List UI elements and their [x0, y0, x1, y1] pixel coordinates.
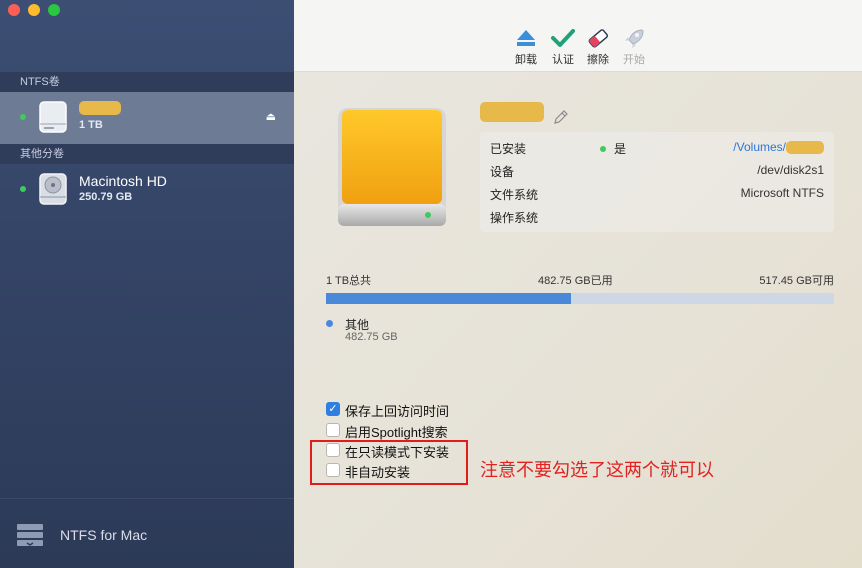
- macintosh-hd-size: 250.79 GB: [79, 191, 133, 203]
- legend-dot: [326, 320, 333, 327]
- sidebar-item-macintosh-hd[interactable]: Macintosh HD 250.79 GB: [0, 164, 294, 216]
- window-controls: [8, 4, 60, 16]
- usage-bar-fill: [326, 293, 572, 304]
- internal-disk-icon: [39, 173, 67, 205]
- app-name: NTFS for Mac: [60, 527, 148, 543]
- option-label: 保存上回访问时间: [345, 404, 450, 419]
- external-disk-icon: [338, 108, 446, 226]
- info-value: Microsoft NTFS: [740, 186, 824, 200]
- unmount-button[interactable]: 卸载: [506, 28, 546, 67]
- annotation-note: 注意不要勾选了这两个就可以: [480, 460, 714, 480]
- macintosh-hd-name: Macintosh HD: [79, 173, 167, 189]
- ntfs-volume-size: 1 TB: [79, 119, 103, 131]
- eraser-icon: [588, 29, 609, 48]
- mounted-status: 是: [600, 140, 626, 157]
- info-row-os: 操作系统: [490, 205, 824, 227]
- usage-labels: 1 TB总共 482.75 GB已用 517.45 GB可用: [326, 272, 834, 288]
- verify-button[interactable]: 认证: [543, 28, 583, 67]
- mount-path-redacted: [786, 141, 824, 155]
- info-row-filesystem: 文件系统 Microsoft NTFS: [490, 182, 824, 204]
- info-key: 文件系统: [490, 188, 539, 202]
- sidebar-footer: NTFS for Mac: [0, 498, 294, 568]
- info-key: 设备: [490, 165, 515, 179]
- section-other-volumes: 其他分卷: [0, 144, 294, 164]
- eject-icon[interactable]: ⏏: [266, 110, 276, 123]
- sidebar-item-ntfs-volume[interactable]: 1 TB ⏏: [0, 92, 294, 144]
- info-row-device: 设备 /dev/disk2s1: [490, 159, 824, 181]
- external-disk-icon: [39, 101, 67, 133]
- section-ntfs-volumes: NTFS卷: [0, 72, 294, 92]
- disk-info-table: 已安装 是 /Volumes/ 设备 /dev/disk2s1 文件系统 Mic…: [480, 132, 834, 232]
- edit-name-icon[interactable]: [552, 108, 570, 126]
- info-key: 操作系统: [490, 211, 539, 225]
- mounted-status-dot: [20, 186, 26, 192]
- disk-title-redacted: [480, 102, 544, 127]
- info-row-mounted: 已安装 是 /Volumes/: [490, 136, 824, 158]
- ntfs-app-logo-icon: [17, 524, 43, 546]
- main-panel: 已安装 是 /Volumes/ 设备 /dev/disk2s1 文件系统 Mic…: [294, 72, 862, 568]
- toolbar: 卸载 认证 擦除 开始: [294, 0, 862, 72]
- start-label: 开始: [623, 54, 645, 66]
- mount-path-text: /Volumes/: [733, 140, 786, 154]
- mounted-status-text: 是: [614, 142, 627, 156]
- minimize-window-button[interactable]: [28, 4, 40, 16]
- usage-total: 1 TB总共: [326, 275, 372, 287]
- usage-free: 517.45 GB可用: [759, 275, 834, 287]
- annotation-highlight-box: [310, 440, 468, 485]
- erase-label: 擦除: [587, 54, 609, 66]
- info-value: /dev/disk2s1: [757, 163, 824, 177]
- rocket-icon: [625, 29, 644, 48]
- ntfs-volume-name-redacted: [79, 101, 121, 118]
- checkbox-enable-spotlight[interactable]: [326, 423, 340, 437]
- unmount-label: 卸载: [515, 54, 537, 66]
- checkmark-icon: [551, 29, 575, 47]
- verify-label: 认证: [552, 54, 574, 66]
- usage-bar: [326, 293, 834, 304]
- mount-path-link[interactable]: /Volumes/: [733, 140, 824, 155]
- checkbox-keep-access-time[interactable]: ✓: [326, 402, 340, 416]
- usage-used: 482.75 GB已用: [538, 275, 613, 287]
- legend-value: 482.75 GB: [345, 331, 398, 343]
- mounted-status-dot: [20, 114, 26, 120]
- erase-button[interactable]: 擦除: [578, 28, 618, 67]
- start-button[interactable]: 开始: [614, 28, 654, 67]
- option-label: 启用Spotlight搜索: [345, 425, 448, 440]
- mounted-status-dot: [600, 145, 606, 152]
- zoom-window-button[interactable]: [48, 4, 60, 16]
- close-window-button[interactable]: [8, 4, 20, 16]
- info-key: 已安装: [490, 142, 527, 156]
- sidebar: NTFS卷 1 TB ⏏ 其他分卷 Macintosh HD 250.79 GB: [0, 0, 294, 568]
- eject-icon: [517, 30, 535, 46]
